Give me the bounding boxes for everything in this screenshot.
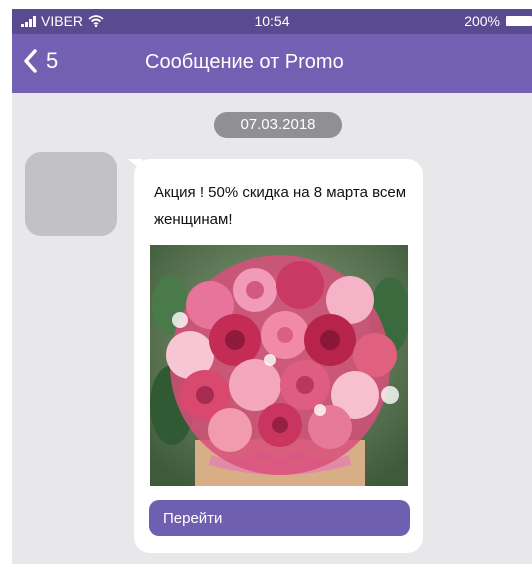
back-button[interactable]: 5 (22, 48, 58, 74)
chat-header: 5 Сообщение от Promo (12, 34, 532, 93)
message-bubble: Акция ! 50% скидка на 8 марта всем женщи… (134, 159, 423, 553)
status-right: 200% (464, 13, 532, 29)
battery-percent: 200% (464, 13, 500, 29)
avatar[interactable] (25, 152, 117, 236)
viber-chat-screen: VIBER 10:54 200% 5 Сообщение от Promo 07… (12, 9, 532, 564)
unread-count: 5 (46, 48, 59, 73)
date-badge: 07.03.2018 (214, 112, 342, 138)
back-chevron-icon (24, 49, 37, 73)
status-time: 10:54 (254, 13, 290, 29)
status-bar: VIBER 10:54 200% (12, 9, 532, 34)
message-text: Акция ! 50% скидка на 8 марта всем женщи… (154, 184, 407, 228)
battery-icon (506, 16, 532, 26)
go-button[interactable]: Перейти (149, 500, 410, 536)
page-title: Сообщение от Promo (145, 51, 344, 73)
flower-bouquet-image[interactable] (150, 245, 408, 486)
